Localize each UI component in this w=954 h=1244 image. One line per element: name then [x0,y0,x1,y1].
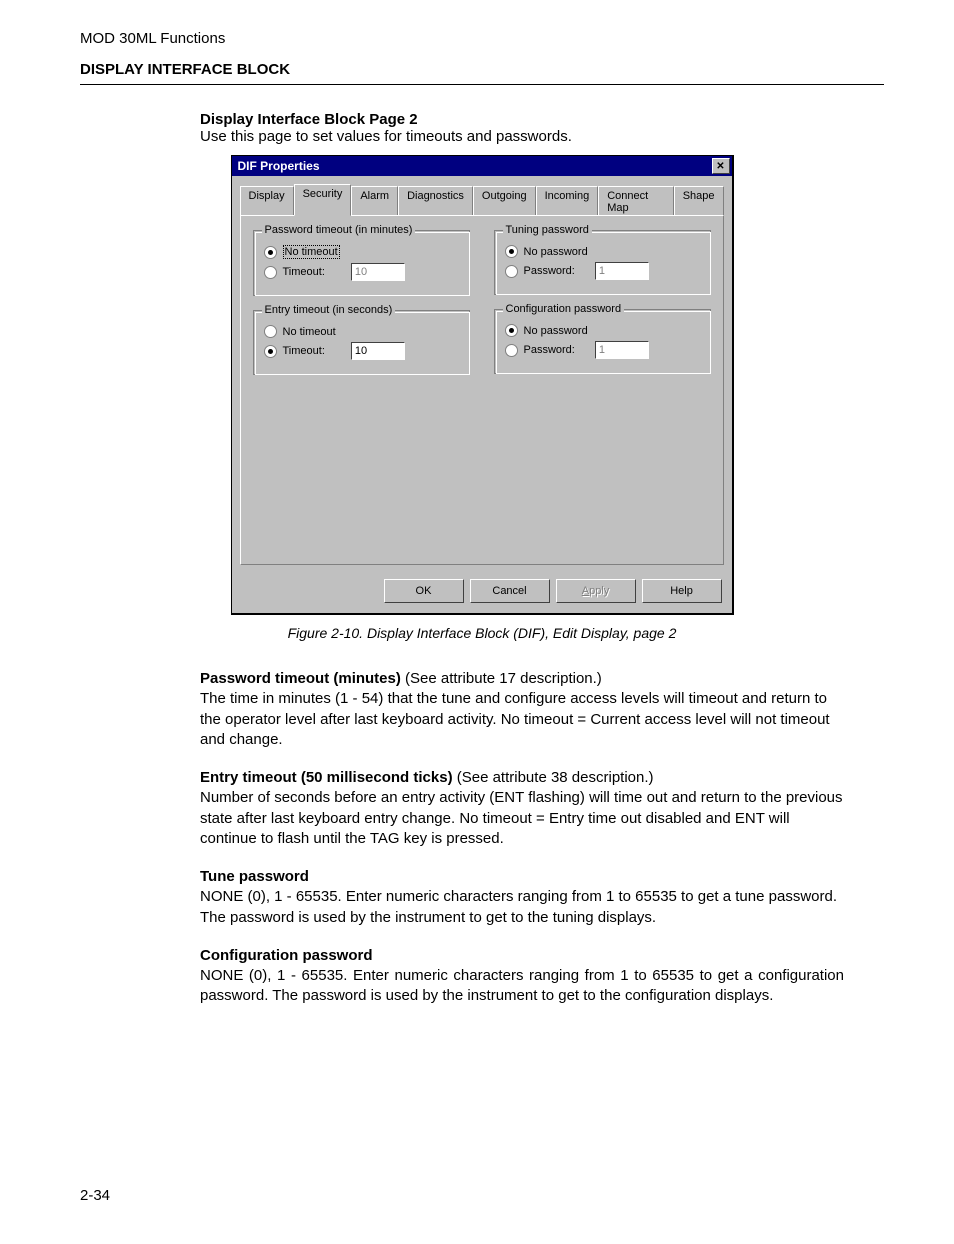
label-pwd-timeout: Timeout: [283,266,325,278]
tab-security[interactable]: Security [294,184,352,216]
horizontal-rule [80,84,884,85]
ok-button[interactable]: OK [384,579,464,603]
radio-tune-no-password[interactable] [505,245,518,258]
label-cfg-no-password: No password [524,325,588,337]
radio-pwd-no-timeout[interactable] [264,246,277,259]
tab-incoming[interactable]: Incoming [536,186,599,217]
para-password-timeout: Password timeout (minutes) (See attribut… [200,669,844,750]
dialog-title: DIF Properties [238,159,320,173]
input-cfg-password[interactable]: 1 [595,341,649,359]
tab-alarm[interactable]: Alarm [351,186,398,217]
label-entry-timeout: Timeout: [283,345,325,357]
figure-caption: Figure 2-10. Display Interface Block (DI… [80,625,884,641]
apply-button[interactable]: Apply [556,579,636,603]
para-config-password: Configuration password NONE (0), 1 - 655… [200,946,844,1007]
tab-connect-map[interactable]: Connect Map [598,186,673,217]
radio-entry-timeout[interactable] [264,345,277,358]
radio-pwd-timeout[interactable] [264,266,277,279]
radio-cfg-password[interactable] [505,344,518,357]
tab-display[interactable]: Display [240,186,294,217]
tab-panel-security: Password timeout (in minutes) No timeout… [240,215,724,565]
para-entry-timeout: Entry timeout (50 millisecond ticks) (Se… [200,768,844,849]
label-pwd-no-timeout: No timeout [283,245,340,259]
para-tune-password: Tune password NONE (0), 1 - 65535. Enter… [200,867,844,928]
input-entry-timeout[interactable]: 10 [351,342,405,360]
tab-outgoing[interactable]: Outgoing [473,186,536,217]
dialog-titlebar[interactable]: DIF Properties ✕ [232,156,732,176]
group-password-timeout: Password timeout (in minutes) No timeout… [253,230,470,296]
legend-tuning-password: Tuning password [503,224,592,236]
tab-shape[interactable]: Shape [674,186,724,217]
group-config-password: Configuration password No password Passw… [494,309,711,374]
dif-properties-dialog: DIF Properties ✕ Display Security Alarm … [231,155,734,615]
radio-tune-password[interactable] [505,265,518,278]
legend-entry-timeout: Entry timeout (in seconds) [262,304,396,316]
label-tune-no-password: No password [524,246,588,258]
legend-config-password: Configuration password [503,303,625,315]
cancel-button[interactable]: Cancel [470,579,550,603]
input-pwd-timeout[interactable]: 10 [351,263,405,281]
tab-diagnostics[interactable]: Diagnostics [398,186,473,217]
input-tune-password[interactable]: 1 [595,262,649,280]
tab-strip: Display Security Alarm Diagnostics Outgo… [232,176,732,215]
help-button[interactable]: Help [642,579,722,603]
section-title: DISPLAY INTERFACE BLOCK [80,61,884,78]
radio-entry-no-timeout[interactable] [264,325,277,338]
dialog-button-row: OK Cancel Apply Help [232,573,732,613]
page-number: 2-34 [80,1187,884,1204]
label-tune-password: Password: [524,265,575,277]
running-header: MOD 30ML Functions [80,30,884,47]
group-tuning-password: Tuning password No password Password: 1 [494,230,711,295]
page2-title: Display Interface Block Page 2 [200,111,418,128]
group-entry-timeout: Entry timeout (in seconds) No timeout Ti… [253,310,470,375]
legend-password-timeout: Password timeout (in minutes) [262,224,416,236]
radio-cfg-no-password[interactable] [505,324,518,337]
label-entry-no-timeout: No timeout [283,326,336,338]
label-cfg-password: Password: [524,344,575,356]
page2-intro: Use this page to set values for timeouts… [200,128,884,145]
close-icon[interactable]: ✕ [712,158,730,174]
